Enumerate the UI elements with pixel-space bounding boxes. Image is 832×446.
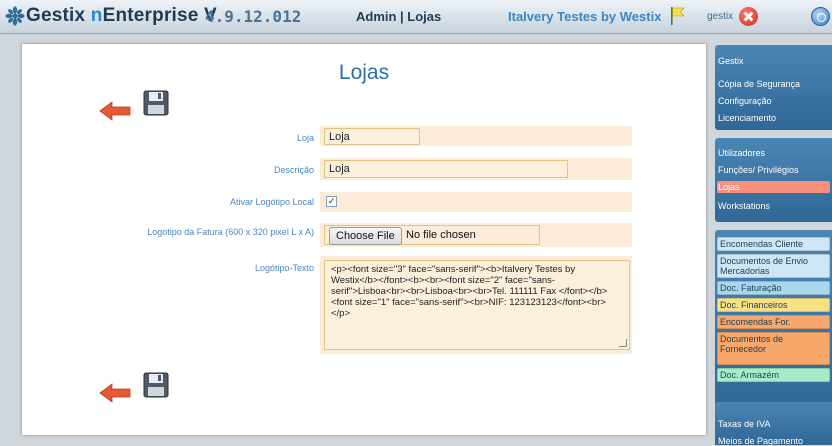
sidebar-item-documentos-envio[interactable]: Documentos de Envio Mercadorias bbox=[717, 254, 830, 278]
save-disk-icon[interactable] bbox=[143, 90, 169, 116]
company-name[interactable]: Italvery Testes by Westix bbox=[508, 9, 661, 24]
descricao-input[interactable]: Loja bbox=[324, 160, 568, 178]
sidebar-item-gestix[interactable]: Gestix bbox=[718, 56, 744, 66]
sidebar-item-documentos-fornecedor[interactable]: Documentos de Fornecedor bbox=[717, 332, 830, 365]
page-title: Lojas bbox=[338, 61, 390, 84]
app-brand: Gestix nEnterprise V bbox=[26, 5, 217, 27]
brand-n: n bbox=[90, 5, 103, 26]
info-icon[interactable] bbox=[811, 7, 830, 26]
sidebar-item-doc-faturacao[interactable]: Doc. Faturação bbox=[717, 281, 830, 295]
sidebar-item-encomendas-for[interactable]: Encomendas For. bbox=[717, 315, 830, 329]
sidebar-item-label: Doc. Financeiros bbox=[720, 300, 788, 310]
sidebar-item-label: Encomendas For. bbox=[720, 317, 791, 327]
resize-grip[interactable] bbox=[619, 339, 627, 347]
logotipo-texto-label: Logótipo-Texto bbox=[254, 263, 314, 273]
sidebar-item-licenciamento[interactable]: Licenciamento bbox=[718, 113, 776, 123]
sidebar-group-documents: Encomendas Cliente Documentos de Envio M… bbox=[715, 230, 832, 415]
logotipo-texto-value: <p><font size="3" face="sans-serif"><b>I… bbox=[331, 264, 608, 319]
logotipo-texto-textarea[interactable]: <p><font size="3" face="sans-serif"><b>I… bbox=[324, 260, 630, 350]
sidebar-item-label: Encomendas Cliente bbox=[720, 239, 804, 249]
ativar-row bbox=[320, 192, 632, 212]
sidebar-item-copia-seguranca[interactable]: Cópia de Segurança bbox=[718, 79, 800, 89]
sidebar-item-label: Doc. Faturação bbox=[720, 283, 782, 293]
sidebar-item-label: Doc. Armazém bbox=[720, 370, 780, 380]
choose-file-button[interactable]: Choose File bbox=[329, 227, 402, 245]
sidebar-item-doc-financeiros[interactable]: Doc. Financeiros bbox=[717, 298, 830, 312]
brand-prefix: Gestix bbox=[26, 5, 91, 26]
sidebar-item-label: Documentos de Envio Mercadorias bbox=[720, 256, 809, 276]
brand-suffix: Enterprise V bbox=[102, 5, 217, 26]
sidebar-item-doc-armazem[interactable]: Doc. Armazém bbox=[717, 368, 830, 382]
close-icon[interactable] bbox=[739, 7, 758, 26]
sidebar-item-lojas[interactable]: Lojas bbox=[718, 182, 740, 192]
app-version: 4.9.12.012 bbox=[205, 7, 302, 26]
file-status: No file chosen bbox=[406, 229, 476, 241]
logotipo-fatura-label: Logotipo da Fatura (600 x 320 pixel L x … bbox=[147, 227, 314, 237]
sidebar-item-funcoes[interactable]: Funções/ Privilégios bbox=[718, 165, 799, 175]
back-arrow-icon[interactable] bbox=[99, 382, 131, 404]
breadcrumb: Admin | Lojas bbox=[356, 9, 442, 24]
sidebar-item-workstations[interactable]: Workstations bbox=[718, 201, 770, 211]
sidebar-item-label: Documentos de Fornecedor bbox=[720, 334, 784, 354]
ativar-logotipo-label: Ativar Logótipo Local bbox=[229, 197, 314, 207]
loja-input[interactable]: Loja bbox=[324, 128, 420, 145]
sidebar-group-tables: Taxas de IVA Meios de Pagamento bbox=[715, 402, 832, 446]
sidebar-item-taxas-iva[interactable]: Taxas de IVA bbox=[718, 419, 770, 429]
sidebar-item-configuracao[interactable]: Configuração bbox=[718, 96, 772, 106]
top-bar: Gestix nEnterprise V 4.9.12.012 Admin | … bbox=[0, 0, 832, 34]
logotipo-file-input[interactable]: Choose File No file chosen bbox=[324, 225, 540, 245]
descricao-label: Descrição bbox=[273, 165, 314, 175]
sidebar-group-admin: Utilizadores Funções/ Privilégios Lojas … bbox=[715, 138, 832, 222]
loja-label: Loja bbox=[296, 133, 314, 143]
user-name[interactable]: gestix bbox=[707, 11, 733, 22]
save-disk-icon[interactable] bbox=[143, 372, 169, 398]
flag-icon[interactable] bbox=[669, 6, 687, 26]
ativar-logotipo-checkbox[interactable]: ✓ bbox=[326, 196, 337, 207]
sidebar-item-utilizadores[interactable]: Utilizadores bbox=[718, 148, 765, 158]
main-panel: Lojas Loja Loja Descrição Loja Ativar Lo… bbox=[22, 44, 706, 435]
sidebar-item-encomendas-cliente[interactable]: Encomendas Cliente bbox=[717, 237, 830, 251]
back-arrow-icon[interactable] bbox=[99, 100, 131, 122]
sidebar-group-system: Gestix Cópia de Segurança Configuração L… bbox=[715, 45, 832, 130]
gestix-star-icon bbox=[5, 6, 25, 26]
